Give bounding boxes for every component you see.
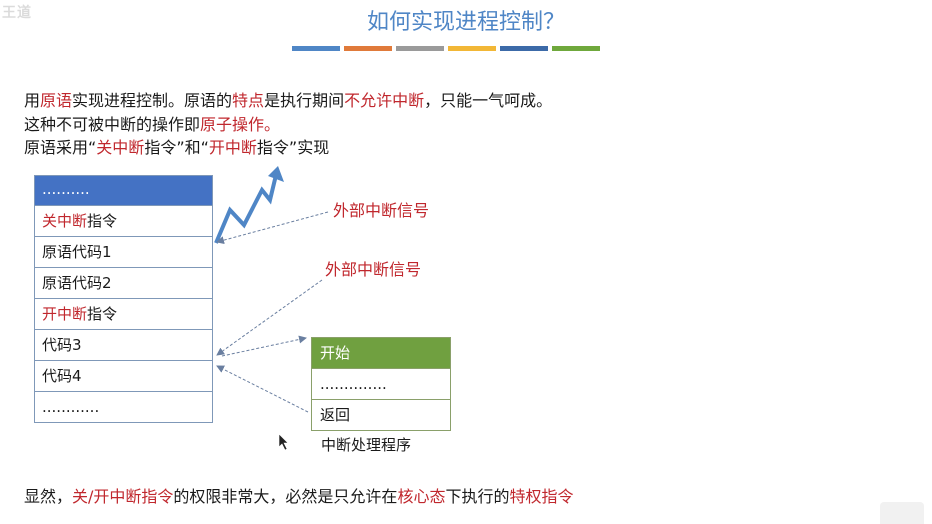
text-segment: 这种不可被中断的操作即 bbox=[24, 115, 201, 134]
stack-row: ............ bbox=[35, 391, 212, 422]
text-segment: 的权限非常大，必然是只允许在 bbox=[173, 487, 398, 506]
highlighted-text: 不允许中断 bbox=[344, 91, 425, 110]
mouse-cursor-icon bbox=[278, 433, 289, 451]
text-segment: 指令”实现 bbox=[256, 138, 330, 157]
text-segment: 用 bbox=[24, 91, 41, 110]
paragraph-line-1: 用原语实现进程控制。原语的特点是执行期间不允许中断，只能一气呵成。 bbox=[24, 89, 552, 113]
text-segment: 实现进程控制。原语的 bbox=[72, 91, 233, 110]
text-segment: 指令 bbox=[87, 305, 118, 323]
text-segment: ，只能一气呵成。 bbox=[424, 91, 553, 110]
highlighted-text: 特权指令 bbox=[509, 487, 574, 506]
signal-arrow-1 bbox=[216, 211, 329, 245]
text-segment: 代码3 bbox=[42, 336, 82, 354]
stack-row: 原语代码2 bbox=[35, 267, 212, 298]
text-segment: .......... bbox=[42, 180, 90, 198]
highlighted-text: 开中断 bbox=[42, 305, 88, 323]
highlighted-text: 关中断 bbox=[96, 138, 145, 157]
paragraph-line-3: 原语采用“关中断指令”和“开中断指令”实现 bbox=[24, 136, 329, 160]
text-segment: ............ bbox=[42, 398, 100, 416]
highlighted-text: 特点 bbox=[232, 91, 265, 110]
conclusion-line: 显然，关/开中断指令的权限非常大，必然是只允许在核心态下执行的特权指令 bbox=[24, 485, 573, 509]
corner-logo-icon bbox=[880, 502, 924, 524]
highlighted-text: 原语 bbox=[40, 91, 73, 110]
interrupt-handler-caption: 中断处理程序 bbox=[321, 436, 412, 454]
text-segment: 是执行期间 bbox=[264, 91, 345, 110]
stack-row: 代码4 bbox=[35, 360, 212, 391]
highlighted-text: 关/开中断指令 bbox=[72, 487, 174, 506]
paragraph-line-2: 这种不可被中断的操作即原子操作。 bbox=[24, 113, 280, 137]
external-interrupt-signal-label-2: 外部中断信号 bbox=[325, 260, 422, 279]
external-interrupt-signal-label-1: 外部中断信号 bbox=[333, 201, 430, 220]
handler-row: 返回 bbox=[312, 399, 450, 430]
page-title: 如何实现进程控制？ bbox=[366, 10, 565, 35]
handler-row: 开始 bbox=[312, 338, 450, 368]
text-segment: 原语代码1 bbox=[42, 243, 112, 261]
text-segment: 指令”和“ bbox=[144, 138, 209, 157]
text-segment: 原语代码2 bbox=[42, 274, 112, 292]
stack-row: .......... bbox=[35, 176, 212, 205]
color-bar-segment bbox=[344, 46, 392, 51]
highlighted-text: 核心态 bbox=[397, 487, 446, 506]
stack-row: 原语代码1 bbox=[35, 236, 212, 267]
zigzag-arrowhead bbox=[268, 166, 284, 182]
text-segment: 原语采用“ bbox=[24, 138, 97, 157]
text-segment: 指令 bbox=[87, 212, 118, 230]
stack-row: 开中断指令 bbox=[35, 298, 212, 329]
text-segment: 下执行的 bbox=[445, 487, 510, 506]
title-color-bar bbox=[292, 46, 600, 51]
blocked-interrupt-zigzag-arrow bbox=[214, 174, 278, 244]
color-bar-segment bbox=[448, 46, 496, 51]
handler-row: .............. bbox=[312, 368, 450, 399]
stack-row: 关中断指令 bbox=[35, 205, 212, 236]
handler-return-arrow bbox=[216, 365, 309, 413]
highlighted-text: 开中断 bbox=[208, 138, 257, 157]
handler-entry-arrow bbox=[221, 335, 307, 357]
highlighted-text: 关中断 bbox=[42, 212, 88, 230]
highlighted-text: 原子操作。 bbox=[200, 115, 281, 134]
stack-row: 代码3 bbox=[35, 329, 212, 360]
program-instruction-stack: .......... 关中断指令 原语代码1 原语代码2 开中断指令 代码3 代码4....… bbox=[34, 175, 213, 423]
color-bar-segment bbox=[396, 46, 444, 51]
signal-arrow-2 bbox=[216, 279, 323, 356]
interrupt-handler-box: 开始.............. 返回 bbox=[311, 337, 451, 431]
color-bar-segment bbox=[292, 46, 340, 51]
text-segment: 代码4 bbox=[42, 367, 82, 385]
text-segment: 显然， bbox=[24, 487, 73, 506]
color-bar-segment bbox=[500, 46, 548, 51]
color-bar-segment bbox=[552, 46, 600, 51]
